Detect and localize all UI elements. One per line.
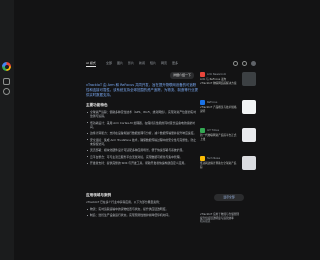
source-name: Tech News <box>207 157 221 160</box>
left-rail <box>0 0 14 260</box>
answer-heading: vTrackIoT 由 Arm 和 ReFocus 共同开发，旨在提升物联网设备… <box>86 83 198 97</box>
source-name: ReFocus <box>207 101 218 104</box>
list-item: 云平台整合：可与主流云服务平台无缝对接，实现数据可视化与集中管理。 <box>86 155 198 159</box>
source-title: 新一代物联网资产追踪平台正式上线 <box>200 134 237 141</box>
gemini-logo-icon[interactable] <box>2 62 11 71</box>
history-icon[interactable] <box>3 78 10 85</box>
app-window: AI 模式 全部 图片 影片 新闻 短片 网页 更多 详细介绍一下 vTrack… <box>0 0 260 260</box>
source-card[interactable]: Tech News 低功耗边缘计算助力全球资产追踪 <box>200 156 256 170</box>
tab-all[interactable]: 全部 <box>106 61 112 65</box>
section-title-use-cases: 应用领域与案例 <box>86 193 112 197</box>
source-name: IoT Times <box>207 129 220 132</box>
tab-videos[interactable]: 影片 <box>128 61 134 65</box>
related-card[interactable]: vTrackIoT 应用于物流与仓储管理 提升供应链透明度与运营效率 相关报道 <box>200 213 256 224</box>
list-item: 安全连接：集成 Arm TrustZone 技术，确保数据传输过程中的安全性与完… <box>86 138 198 146</box>
source-thumbnail <box>242 72 256 86</box>
apps-grid-icon[interactable] <box>242 61 247 66</box>
source-thumbnail <box>242 156 256 170</box>
tab-news[interactable]: 新闻 <box>139 61 145 65</box>
user-query-bubble: 详细介绍一下 <box>170 72 195 79</box>
labs-icon[interactable] <box>233 61 238 66</box>
source-favicon-icon <box>200 156 205 161</box>
list-item: 灵活部署：模块化硬件设计可适配多种应用场景，便于快速部署与系统扩展。 <box>86 148 198 152</box>
source-favicon-icon <box>200 72 205 77</box>
tab-web[interactable]: 网页 <box>161 61 167 65</box>
source-thumbnail <box>242 100 256 114</box>
list-item: 开发者支持：提供完整的 SDK 与开发工具，帮助开发者快速构建自定义应用。 <box>86 161 198 165</box>
list-item: 边缘计算能力：支持在设备端进行数据处理与分析，减少数据传输量并提升响应速度。 <box>86 131 198 135</box>
related-line: 相关报道 <box>200 220 211 224</box>
show-all-sources-button[interactable]: 显示全部 <box>214 194 244 201</box>
tab-ai-mode[interactable]: AI 模式 <box>86 61 96 67</box>
source-card[interactable]: ReFocus vTrackIoT 产品概览与技术规格说明 <box>200 100 256 114</box>
tab-images[interactable]: 图片 <box>117 61 123 65</box>
source-favicon-icon <box>200 128 205 133</box>
source-card[interactable]: IoT Times 新一代物联网资产追踪平台正式上线 <box>200 128 256 142</box>
source-thumbnail <box>242 128 256 142</box>
section-title-features: 主要功能特色 <box>86 103 108 107</box>
source-title: 低功耗边缘计算助力全球资产追踪 <box>200 162 237 169</box>
features-list: 全球资产追踪：借助多种定位技术（GPS、Wi‑Fi、蜂窝网络），实现对资产位置的… <box>86 110 198 167</box>
gear-icon[interactable] <box>3 88 10 95</box>
source-title: Arm 与 ReFocus 发布 vTrackIoT 物联网追踪解决方案 <box>200 78 237 85</box>
source-title: vTrackIoT 产品概览与技术规格说明 <box>200 106 237 113</box>
source-favicon-icon <box>200 100 205 105</box>
use-cases-list: 物流：实时追踪运输中的货物位置与状态，提升供应链透明度。 制造：监控生产设备运行… <box>86 207 198 220</box>
list-item: 全球资产追踪：借助多种定位技术（GPS、Wi‑Fi、蜂窝网络），实现对资产位置的… <box>86 110 198 118</box>
list-item: 制造：监控生产设备运行状态，实现预测性维护并降低停机时间。 <box>86 213 198 217</box>
tab-shorts[interactable]: 短片 <box>150 61 156 65</box>
tab-more[interactable]: 更多 <box>172 61 178 65</box>
source-card[interactable]: Arm Newsroom Arm 与 ReFocus 发布 vTrackIoT … <box>200 72 256 86</box>
source-name: Arm Newsroom <box>207 73 227 76</box>
list-item: 物流：实时追踪运输中的货物位置与状态，提升供应链透明度。 <box>86 207 198 211</box>
use-cases-intro: vTrackIoT 已在多个行业中获得应用，以下为部分典型案例： <box>86 200 162 204</box>
list-item: 低功耗设计：采用 Arm Cortex‑M 处理器，在保持高性能的同时延长设备电… <box>86 121 198 129</box>
avatar[interactable] <box>251 61 256 66</box>
search-tabs-bar: AI 模式 全部 图片 影片 新闻 短片 网页 更多 <box>14 58 260 72</box>
